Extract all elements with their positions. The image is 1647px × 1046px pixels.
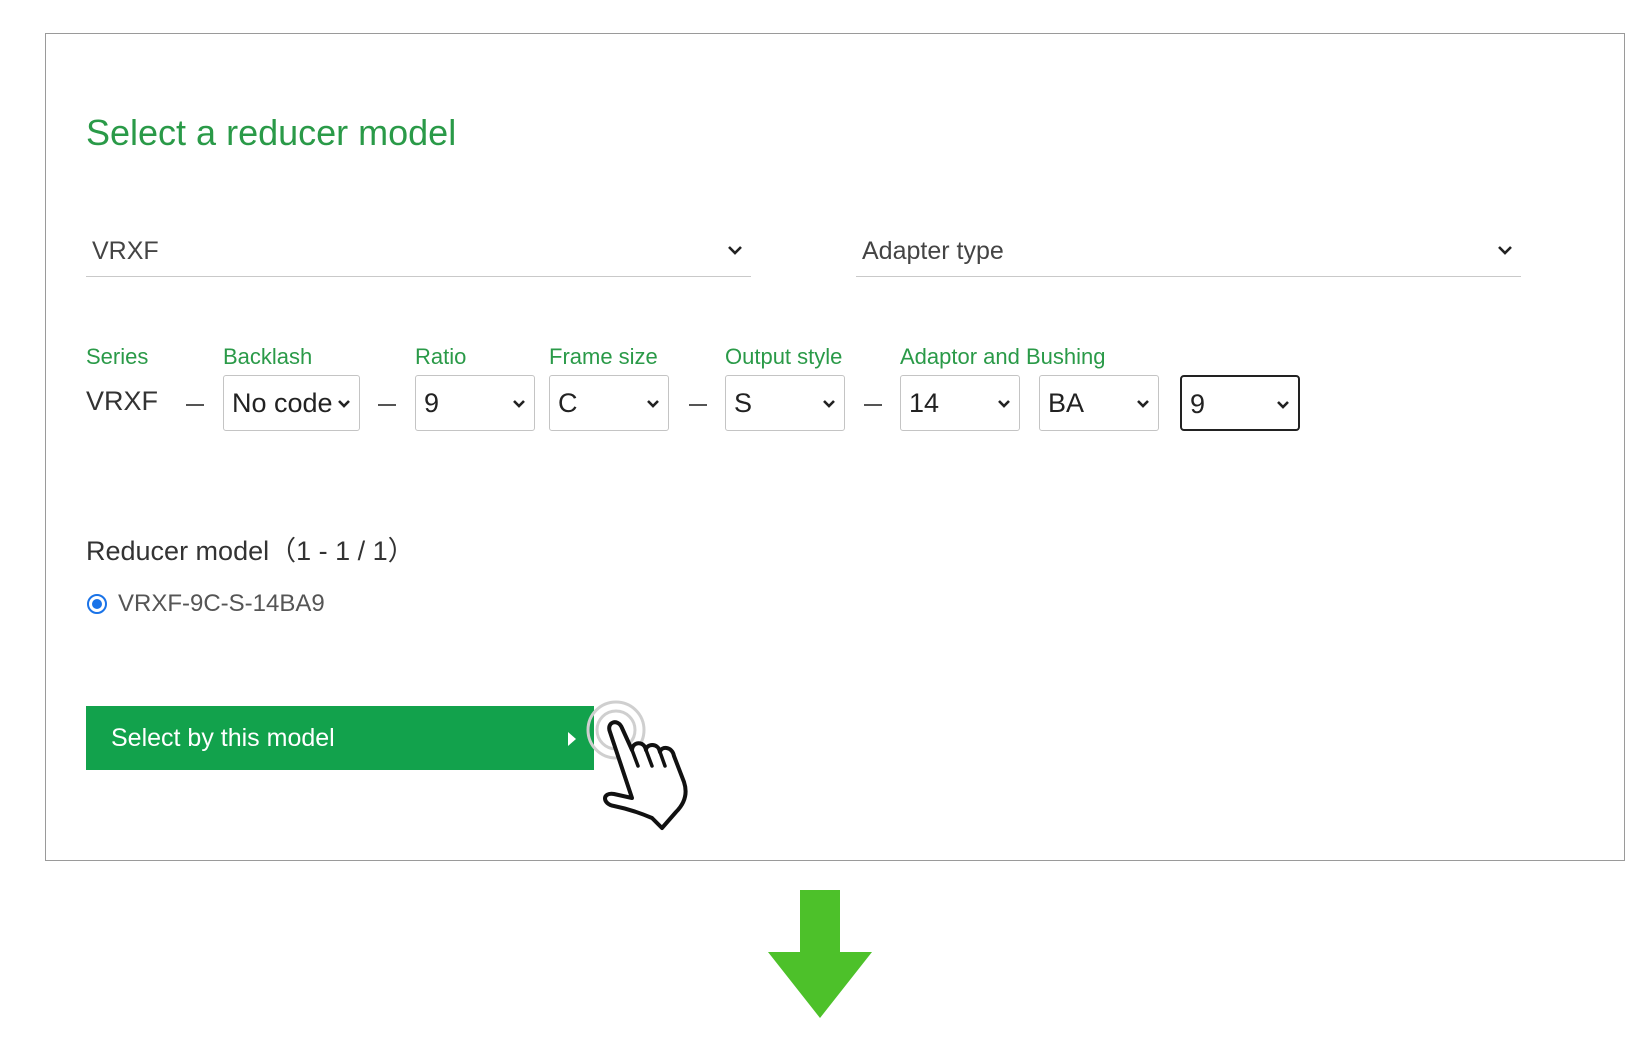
chevron-down-icon: [822, 396, 836, 414]
chevron-down-icon: [997, 396, 1011, 414]
separator-dash: [378, 404, 396, 406]
page-title: Select a reducer model: [86, 112, 457, 153]
bushing-select[interactable]: BA: [1039, 375, 1159, 431]
reducer-model-heading: Reducer model（1 - 1 / 1）: [86, 536, 415, 566]
chevron-down-icon: [1136, 396, 1150, 414]
output-style-value: S: [734, 388, 753, 418]
output-style-select[interactable]: S: [725, 375, 845, 431]
backlash-value: No code: [232, 388, 333, 418]
pointer-hand-icon: [566, 694, 706, 839]
reducer-selection-panel: Select a reducer model VRXF Adapter type…: [45, 33, 1625, 861]
select-by-this-model-button[interactable]: Select by this model: [86, 706, 594, 770]
frame-size-value: C: [558, 388, 578, 418]
ratio-label: Ratio: [415, 344, 467, 369]
chevron-down-icon: [727, 243, 743, 261]
series-dropdown[interactable]: VRXF: [86, 229, 751, 277]
adapter-type-dropdown[interactable]: Adapter type: [856, 229, 1521, 277]
frame-size-select[interactable]: C: [549, 375, 669, 431]
bushing-size-select[interactable]: 9: [1180, 375, 1300, 431]
adapter-type-value: Adapter type: [862, 237, 1004, 265]
series-label: Series: [86, 344, 149, 369]
model-radio[interactable]: [87, 594, 107, 614]
bushing-value: BA: [1048, 388, 1085, 418]
select-button-label: Select by this model: [111, 723, 335, 752]
chevron-down-icon: [646, 396, 660, 414]
bushing-size-value: 9: [1190, 389, 1206, 419]
down-arrow-icon: [768, 890, 872, 1025]
radio-dot: [92, 599, 102, 609]
model-radio-label[interactable]: VRXF-9C-S-14BA9: [118, 590, 325, 618]
ratio-select[interactable]: 9: [415, 375, 535, 431]
chevron-down-icon: [337, 396, 351, 414]
frame-size-label: Frame size: [549, 344, 658, 369]
chevron-down-icon: [1276, 397, 1290, 415]
separator-dash: [186, 404, 204, 406]
series-value: VRXF: [86, 386, 159, 416]
chevron-down-icon: [1497, 243, 1513, 261]
series-dropdown-value: VRXF: [92, 237, 159, 265]
chevron-down-icon: [512, 396, 526, 414]
separator-dash: [864, 404, 882, 406]
adaptor-bushing-label: Adaptor and Bushing: [900, 344, 1106, 369]
backlash-select[interactable]: No code: [223, 375, 360, 431]
output-style-label: Output style: [725, 344, 843, 369]
ratio-value: 9: [424, 388, 440, 418]
separator-dash: [689, 404, 707, 406]
adaptor-value: 14: [909, 388, 940, 418]
backlash-label: Backlash: [223, 344, 313, 369]
adaptor-select[interactable]: 14: [900, 375, 1020, 431]
